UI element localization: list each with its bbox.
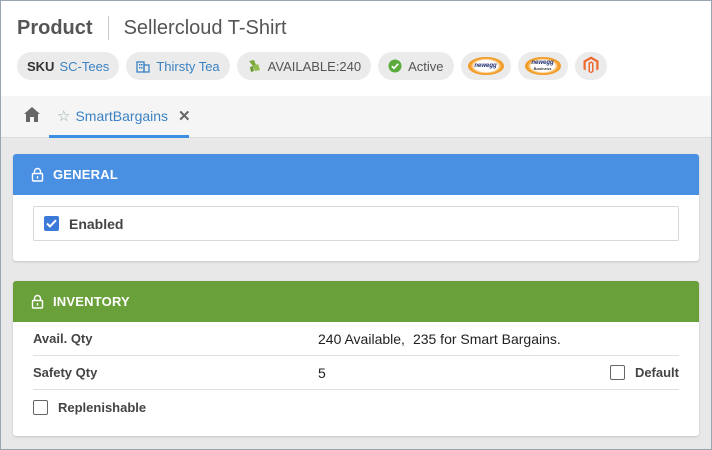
lock-icon	[31, 294, 44, 309]
company-name[interactable]: Thirsty Tea	[156, 59, 219, 74]
newegg-business-sub: Business	[533, 66, 552, 71]
building-icon	[136, 60, 150, 73]
newegg-logo-text: newegg	[474, 63, 497, 69]
newegg-logo: newegg	[467, 57, 504, 75]
tab-smartbargains[interactable]: ☆ SmartBargains ✕	[49, 96, 191, 138]
sku-key: SKU	[27, 58, 55, 74]
lock-icon	[31, 167, 44, 182]
status-chip: Active	[378, 52, 454, 80]
inventory-panel: INVENTORY Avail. Qty 240 Available, 235 f…	[13, 281, 699, 436]
general-title: GENERAL	[53, 167, 118, 182]
safety-qty-value[interactable]: 5	[318, 365, 326, 381]
general-header: GENERAL	[13, 154, 699, 195]
replenishable-row: Replenishable	[33, 390, 679, 424]
enabled-checkbox[interactable]	[44, 216, 59, 231]
star-icon[interactable]: ☆	[57, 107, 70, 125]
sku-chip[interactable]: SKU SC-Tees	[17, 52, 120, 80]
magento-chip[interactable]	[574, 52, 607, 80]
check-circle-icon	[388, 59, 402, 73]
available-chip: AVAILABLE:240	[236, 52, 372, 80]
company-chip[interactable]: Thirsty Tea	[126, 52, 230, 80]
page-title: Product	[17, 16, 93, 39]
avail-qty-label: Avail. Qty	[33, 331, 93, 346]
tab-label: SmartBargains	[75, 107, 169, 124]
default-label: Default	[634, 365, 679, 380]
newegg-business-logo: newegg Business	[524, 57, 561, 75]
avail-qty-value: 240 Available, 235 for Smart Bargains.	[318, 331, 561, 347]
home-icon[interactable]	[23, 106, 41, 128]
default-option: Default	[609, 365, 679, 380]
title-divider	[107, 16, 109, 40]
available-count: AVAILABLE:240	[267, 58, 362, 74]
title-row: Product Sellercloud T-Shirt	[17, 16, 287, 40]
default-checkbox[interactable]	[609, 365, 625, 380]
status-badge: Active	[408, 58, 444, 74]
newegg-business-chip[interactable]: newegg Business	[517, 52, 568, 80]
safety-qty-row: Safety Qty 5 Default	[33, 356, 679, 390]
inventory-icon	[247, 59, 262, 73]
inventory-header: INVENTORY	[13, 281, 699, 322]
replenishable-option: Replenishable	[33, 399, 147, 415]
inventory-title: INVENTORY	[53, 294, 130, 309]
replenishable-label: Replenishable	[58, 399, 147, 415]
avail-qty-available: 240 Available,	[318, 330, 405, 347]
product-header: Product Sellercloud T-Shirt SKU SC-Tees …	[1, 1, 711, 96]
avail-qty-smart-bargains: 235 for Smart Bargains.	[412, 330, 561, 347]
replenishable-checkbox[interactable]	[33, 399, 48, 415]
newegg-chip[interactable]: newegg	[460, 52, 511, 80]
magento-logo	[583, 56, 599, 77]
avail-qty-row: Avail. Qty 240 Available, 235 for Smart B…	[33, 322, 679, 356]
enabled-field: Enabled	[33, 206, 679, 241]
safety-qty-label: Safety Qty	[33, 365, 98, 380]
general-panel: GENERAL Enabled	[13, 154, 699, 261]
tab-bar: ☆ SmartBargains ✕	[1, 96, 711, 138]
product-name: Sellercloud T-Shirt	[123, 16, 287, 39]
close-icon[interactable]: ✕	[178, 107, 191, 125]
sku-value[interactable]: SC-Tees	[59, 59, 109, 74]
enabled-label: Enabled	[69, 215, 124, 232]
product-chips: SKU SC-Tees Thirsty Tea AVAILABLE:240 Ac…	[17, 52, 607, 80]
